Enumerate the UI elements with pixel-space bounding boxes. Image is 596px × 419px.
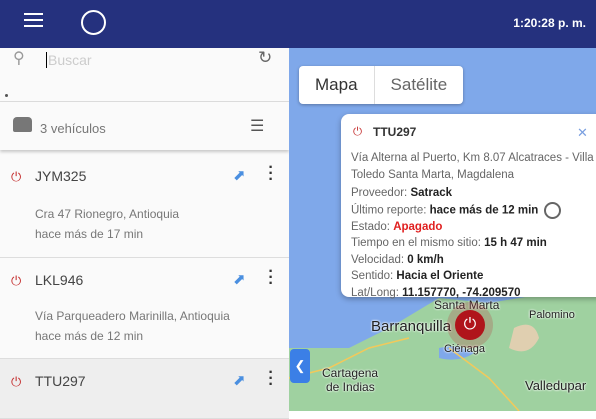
vehicle-plate: JYM325 (35, 168, 87, 184)
vehicle-count-bar: 3 vehículos ☰ (0, 102, 289, 150)
map-label: Cartagena (322, 366, 379, 380)
map-type-toggle: Mapa Satélite (299, 66, 464, 104)
vehicle-plate: LKL946 (35, 272, 84, 288)
menu-icon[interactable] (24, 13, 43, 27)
tab-satellite[interactable]: Satélite (373, 66, 464, 104)
clock-icon[interactable] (544, 201, 562, 219)
vehicle-marker[interactable]: ⏻ (455, 310, 485, 340)
state: Apagado (393, 220, 443, 233)
search-input[interactable]: Buscar (46, 52, 92, 68)
label: Velocidad: (351, 253, 405, 266)
map-label: de Indias (326, 380, 375, 394)
vehicle-time: hace más de 12 min (35, 329, 144, 343)
power-icon: ⏻ (353, 126, 363, 138)
vehicle-item-selected[interactable]: ⏻ TTU297 ⬈ · · · (0, 359, 289, 419)
map-label: Ciénaga (444, 343, 485, 355)
logo (81, 10, 106, 35)
vehicle-item[interactable]: ⏻ LKL946 ⬈ · · · Vía Parqueadero Marinilla… (0, 258, 289, 359)
direction: Hacia el Oriente (396, 270, 484, 283)
tab-map[interactable]: Mapa (299, 66, 374, 104)
route-icon[interactable]: ⬈ (233, 371, 246, 389)
close-icon[interactable]: ✕ (577, 125, 588, 142)
more-icon[interactable]: · · · (268, 365, 274, 393)
map-label: Valledupar (525, 378, 587, 393)
dot (5, 94, 8, 97)
filter-icon[interactable]: ☰ (250, 116, 264, 136)
popup-address: Vía Alterna al Puerto, Km 8.07 Alcatrace… (351, 152, 594, 164)
label: Tiempo en el mismo sitio: (351, 237, 481, 250)
app-header: 1:20:28 p. m. (0, 0, 596, 48)
route-icon[interactable]: ⬈ (233, 270, 246, 288)
vehicle-info-popup: ⏻ TTU297 ✕ Vía Alterna al Puerto, Km 8.0… (341, 114, 596, 299)
same-place-time: 15 h 47 min (484, 237, 547, 250)
vehicle-item[interactable]: ⏻ JYM325 ⬈ · · · Cra 47 Rionegro, Antioqui… (0, 154, 289, 258)
power-icon: ⏻ (11, 169, 22, 184)
label: Último reporte: (351, 204, 427, 217)
refresh-icon[interactable]: ↻ (258, 48, 272, 68)
clock: 1:20:28 p. m. (513, 16, 586, 30)
more-icon[interactable]: · · · (268, 264, 274, 292)
power-icon: ⏻ (11, 273, 22, 288)
search-bar: ⚲ Buscar ↻ (0, 48, 289, 102)
label: Sentido: (351, 270, 394, 283)
route-icon[interactable]: ⬈ (233, 166, 246, 184)
label: Lat/Long: (351, 286, 399, 299)
last-report: hace más de 12 min (429, 204, 539, 217)
car-icon (13, 117, 32, 132)
popup-title: TTU297 (373, 125, 417, 139)
power-icon: ⏻ (11, 374, 22, 389)
more-icon[interactable]: · · · (268, 160, 274, 188)
vehicle-time: hace más de 17 min (35, 227, 144, 241)
collapse-panel-button[interactable]: ❮ (290, 349, 310, 383)
search-icon: ⚲ (13, 50, 25, 67)
label: Estado: (351, 220, 390, 233)
map[interactable]: Mapa Satélite Santa Marta Barranquilla P… (289, 48, 596, 411)
provider: Satrack (410, 187, 453, 199)
popup-address: Toledo Santa Marta, Magdalena (351, 168, 515, 181)
vehicle-plate: TTU297 (35, 373, 86, 389)
speed: 0 km/h (407, 253, 444, 266)
vehicle-address: Cra 47 Rionegro, Antioquia (35, 207, 180, 221)
lat-long: 11.157770, -74.209570 (402, 286, 521, 299)
label: Proveedor: (351, 187, 408, 199)
vehicle-address: Vía Parqueadero Marinilla, Antioquia (35, 309, 230, 323)
vehicle-count: 3 vehículos (40, 121, 106, 136)
map-label: Palomino (529, 309, 575, 321)
map-label: Barranquilla (371, 318, 452, 335)
vehicle-panel: ⚲ Buscar ↻ 3 vehículos ☰ ⏻ JYM325 ⬈ · · · … (0, 48, 289, 419)
